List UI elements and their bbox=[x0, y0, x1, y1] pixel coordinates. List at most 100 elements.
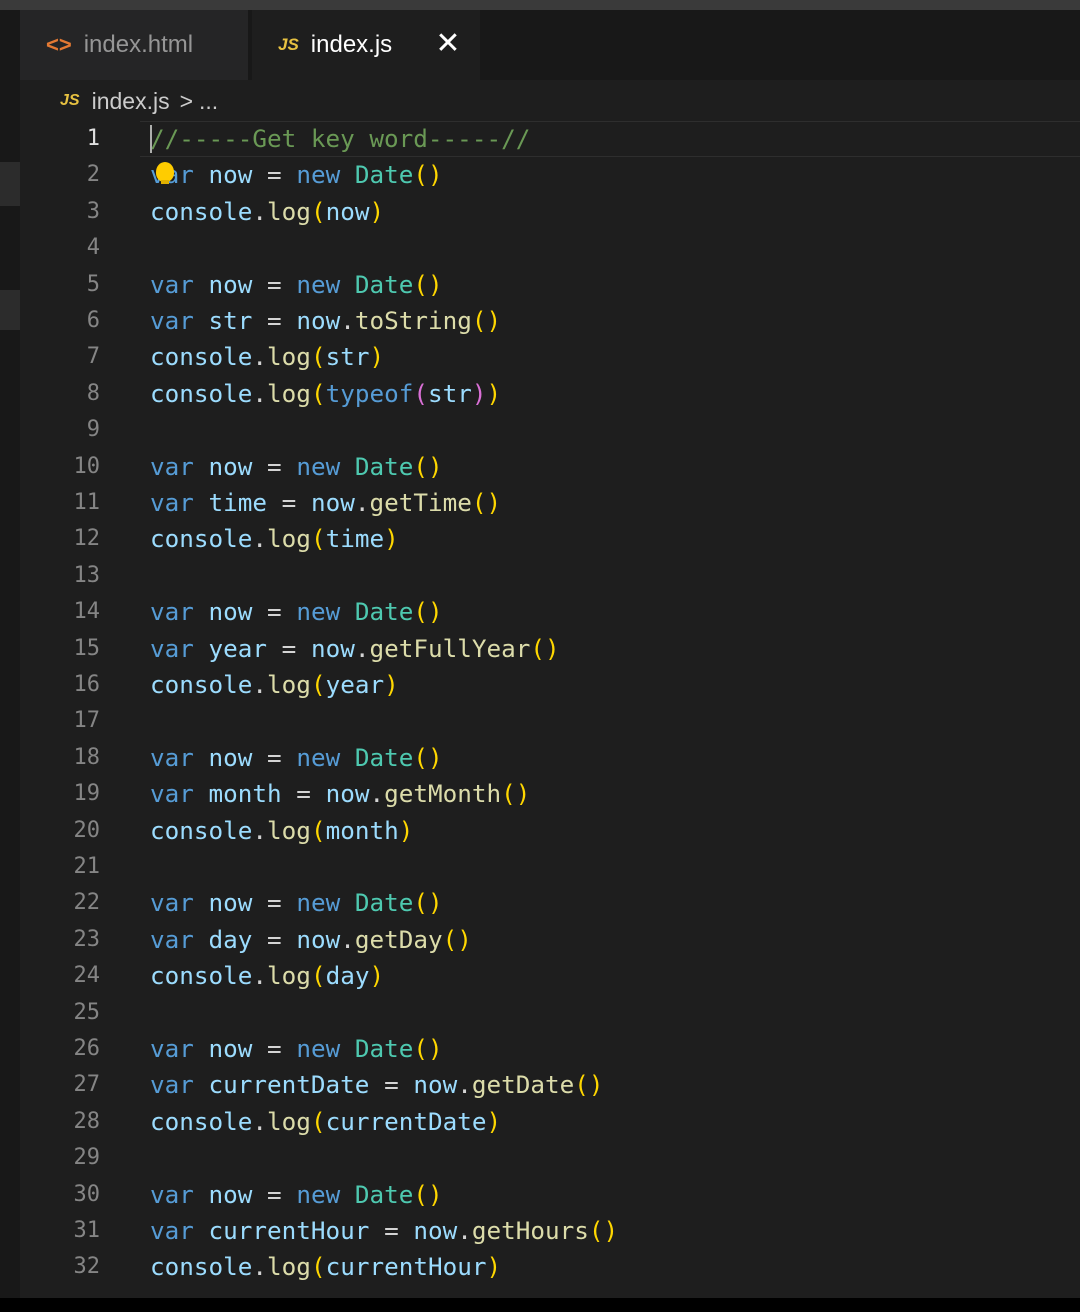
code-line[interactable]: 22 var now = new Date() bbox=[20, 885, 1080, 921]
close-icon[interactable]: ✕ bbox=[434, 29, 462, 59]
code-token: () bbox=[501, 779, 531, 809]
code-token: getFullYear bbox=[369, 633, 531, 663]
tab-label: index.html bbox=[83, 31, 194, 58]
code-line[interactable]: 20 console.log(month) bbox=[20, 813, 1080, 849]
line-number: 31 bbox=[73, 1218, 101, 1243]
code-line[interactable]: 4 bbox=[20, 230, 1080, 266]
code-line[interactable]: 14 var now = new Date() bbox=[20, 594, 1080, 630]
line-number: 20 bbox=[73, 817, 101, 843]
code-token: () bbox=[471, 488, 502, 517]
code-line[interactable]: 12 console.log(time) bbox=[20, 521, 1080, 557]
strip-marker bbox=[0, 162, 20, 206]
code-text: var time = now.getTime() bbox=[150, 485, 501, 521]
code-line[interactable]: 10 var now = new Date() bbox=[20, 449, 1080, 485]
code-line[interactable]: 11 var time = now.getTime() bbox=[20, 485, 1080, 521]
breadcrumb-trail[interactable]: ... bbox=[199, 88, 218, 115]
code-token: Date bbox=[354, 742, 414, 772]
code-line[interactable]: 8 console.log(typeof(str)) bbox=[20, 376, 1080, 412]
code-token: now bbox=[208, 1034, 253, 1063]
code-text: console.log(year) bbox=[150, 667, 399, 703]
line-number: 16 bbox=[73, 672, 101, 697]
line-number: 17 bbox=[73, 708, 101, 734]
code-line[interactable]: 7 console.log(str) bbox=[20, 339, 1080, 375]
code-line[interactable]: 32 console.log(currentHour) bbox=[20, 1249, 1080, 1285]
code-token: . bbox=[252, 1252, 268, 1282]
code-line[interactable]: 3 console.log(now) bbox=[20, 194, 1080, 230]
tab-index-html[interactable]: <> index.html bbox=[20, 10, 248, 80]
code-token: var bbox=[150, 306, 194, 335]
line-number: 29 bbox=[73, 1145, 101, 1171]
tab-index-js[interactable]: JS index.js ✕ bbox=[252, 10, 480, 80]
code-token: ( bbox=[413, 378, 428, 408]
code-token: () bbox=[588, 1216, 619, 1245]
code-token: log bbox=[267, 815, 311, 845]
code-line[interactable]: 24 console.log(day) bbox=[20, 958, 1080, 994]
code-line[interactable]: 21 bbox=[20, 849, 1080, 885]
code-line[interactable]: 23 var day = now.getDay() bbox=[20, 922, 1080, 958]
line-number: 12 bbox=[73, 526, 101, 552]
strip-marker bbox=[0, 290, 20, 330]
code-token: now bbox=[208, 597, 253, 627]
code-line[interactable]: 27 var currentDate = now.getDate() bbox=[20, 1067, 1080, 1103]
code-line[interactable]: 6 var str = now.toString() bbox=[20, 303, 1080, 339]
code-token: currentHour bbox=[208, 1216, 370, 1245]
code-token: var bbox=[150, 269, 194, 299]
code-token: = bbox=[252, 1034, 297, 1063]
code-text: var currentHour = now.getHours() bbox=[150, 1213, 618, 1249]
code-token: var bbox=[150, 924, 194, 954]
code-token: () bbox=[471, 306, 502, 335]
code-line[interactable]: 18 var now = new Date() bbox=[20, 740, 1080, 776]
code-token: . bbox=[354, 633, 370, 663]
breadcrumb-file[interactable]: index.js bbox=[92, 88, 170, 115]
code-line[interactable]: 16 console.log(year) bbox=[20, 667, 1080, 703]
code-text: console.log(time) bbox=[150, 521, 399, 557]
code-line[interactable]: 1 //-----Get key word-----// bbox=[20, 121, 1080, 157]
code-token: () bbox=[413, 597, 443, 627]
code-token: = bbox=[252, 269, 297, 299]
code-line[interactable]: 2 var now = new Date() bbox=[20, 157, 1080, 193]
lightbulb-icon[interactable] bbox=[156, 162, 174, 182]
code-editor[interactable]: <> index.html JS index.js ✕ JS index.js … bbox=[20, 10, 1080, 1298]
code-line[interactable]: 26 var now = new Date() bbox=[20, 1031, 1080, 1067]
activity-strip bbox=[0, 10, 20, 1298]
code-line[interactable]: 5 var now = new Date() bbox=[20, 267, 1080, 303]
code-line[interactable]: 28 console.log(currentDate) bbox=[20, 1104, 1080, 1140]
code-token: . bbox=[252, 815, 268, 845]
code-line[interactable]: 25 bbox=[20, 995, 1080, 1031]
code-token: ( bbox=[310, 196, 326, 226]
code-line[interactable]: 9 bbox=[20, 412, 1080, 448]
code-token: console bbox=[150, 670, 253, 699]
code-token: log bbox=[267, 670, 311, 699]
code-token: now bbox=[325, 196, 370, 226]
code-token: now bbox=[208, 451, 253, 481]
code-token: ) bbox=[369, 342, 385, 372]
code-token: ) bbox=[471, 378, 487, 408]
code-line[interactable]: 13 bbox=[20, 558, 1080, 594]
code-line[interactable]: 15 var year = now.getFullYear() bbox=[20, 631, 1080, 667]
code-token: ( bbox=[310, 524, 326, 554]
line-number: 28 bbox=[73, 1108, 101, 1134]
code-line[interactable]: 29 bbox=[20, 1140, 1080, 1176]
code-token: . bbox=[354, 488, 370, 517]
code-line[interactable]: 31 var currentHour = now.getHours() bbox=[20, 1213, 1080, 1249]
code-token: now bbox=[310, 488, 355, 517]
code-token: Date bbox=[354, 1179, 414, 1209]
code-token: log bbox=[267, 342, 311, 372]
code-line[interactable]: 19 var month = now.getMonth() bbox=[20, 776, 1080, 812]
code-token: ( bbox=[310, 961, 326, 991]
code-line[interactable]: 17 bbox=[20, 703, 1080, 739]
line-number: 2 bbox=[86, 162, 100, 188]
code-token: ( bbox=[310, 1106, 326, 1136]
line-number: 5 bbox=[86, 271, 100, 297]
code-token: var bbox=[150, 451, 194, 481]
line-number: 6 bbox=[86, 308, 100, 333]
code-token: . bbox=[340, 306, 355, 335]
code-token: now bbox=[296, 924, 341, 954]
code-line[interactable]: 30 var now = new Date() bbox=[20, 1177, 1080, 1213]
